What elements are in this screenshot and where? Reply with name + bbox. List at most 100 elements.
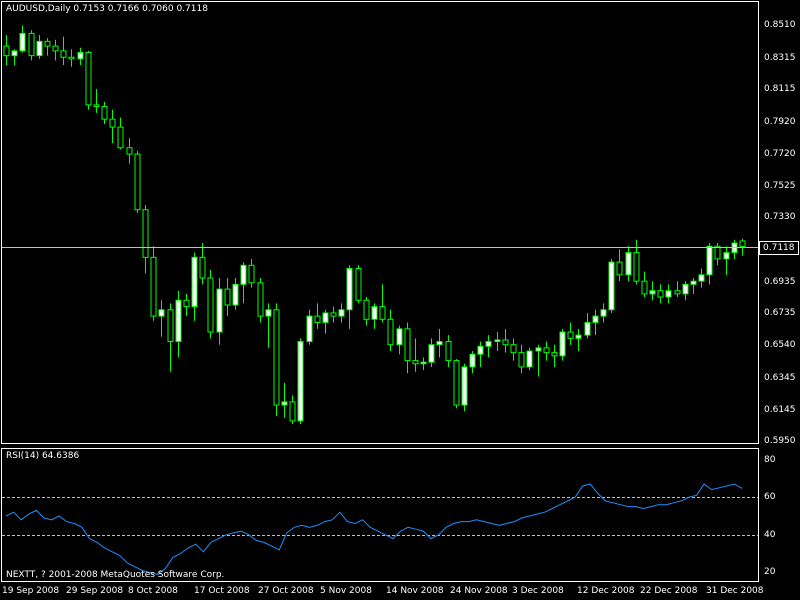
date-tick-label: 17 Oct 2008 bbox=[194, 586, 250, 596]
candle-body bbox=[167, 309, 174, 343]
candle-body bbox=[150, 256, 157, 317]
date-tick-label: 3 Dec 2008 bbox=[512, 586, 564, 596]
rsi-tick-label: 20 bbox=[764, 567, 776, 577]
candle-body bbox=[199, 256, 206, 279]
candle-body bbox=[338, 309, 345, 317]
candle-body bbox=[682, 283, 689, 295]
candle-body bbox=[44, 40, 51, 47]
chart-title: AUDUSD,Daily 0.7153 0.7166 0.7060 0.7118 bbox=[6, 4, 208, 14]
candle-body bbox=[175, 299, 182, 343]
candle-body bbox=[85, 51, 92, 106]
candle-body bbox=[281, 401, 288, 406]
candle-body bbox=[461, 366, 468, 406]
candle-body bbox=[371, 306, 378, 320]
candles-group bbox=[3, 25, 746, 425]
candle-body bbox=[445, 341, 452, 362]
price-tick-label: 0.8510 bbox=[764, 20, 796, 30]
candle-body bbox=[346, 267, 353, 311]
price-tick-label: 0.7920 bbox=[764, 117, 796, 127]
price-tick-label: 0.6145 bbox=[764, 405, 796, 415]
candle-body bbox=[665, 290, 672, 298]
price-pane-frame bbox=[1, 1, 759, 444]
candle-body bbox=[3, 45, 10, 57]
candle-body bbox=[248, 264, 255, 284]
price-tick-label: 0.6935 bbox=[764, 277, 796, 287]
candle-body bbox=[584, 321, 591, 336]
candle-body bbox=[559, 331, 566, 357]
last-price-badge: 0.7118 bbox=[759, 240, 799, 255]
price-tick-label: 0.7330 bbox=[764, 212, 796, 222]
candle-body bbox=[387, 318, 394, 346]
candle-body bbox=[641, 280, 648, 295]
candle-body bbox=[60, 50, 67, 58]
candle-body bbox=[535, 347, 542, 352]
candle-body bbox=[273, 309, 280, 406]
candle-body bbox=[502, 339, 509, 346]
candle-body bbox=[575, 334, 582, 339]
price-tick-label: 0.6540 bbox=[764, 340, 796, 350]
candle-body bbox=[714, 245, 721, 260]
date-tick-label: 24 Nov 2008 bbox=[450, 586, 508, 596]
candle-body bbox=[68, 56, 75, 60]
candle-body bbox=[265, 309, 272, 317]
date-tick-label: 5 Nov 2008 bbox=[320, 586, 372, 596]
candle-body bbox=[379, 306, 386, 320]
candle-body bbox=[257, 282, 264, 317]
chart-canvas[interactable] bbox=[0, 0, 800, 600]
candle-body bbox=[363, 299, 370, 320]
rsi-tick-label: 40 bbox=[764, 530, 776, 540]
candle-body bbox=[101, 105, 108, 120]
candle-body bbox=[240, 264, 247, 285]
candle-body bbox=[608, 261, 615, 311]
candle-body bbox=[698, 274, 705, 282]
candle-body bbox=[723, 252, 730, 260]
candle-body bbox=[592, 315, 599, 323]
candle-body bbox=[289, 401, 296, 422]
candle-body bbox=[477, 345, 484, 355]
price-tick-label: 0.7720 bbox=[764, 149, 796, 159]
candle-body bbox=[494, 339, 501, 343]
candle-body bbox=[616, 261, 623, 276]
candle-body bbox=[649, 290, 656, 295]
price-tick-label: 0.5950 bbox=[764, 436, 796, 446]
candle-body bbox=[633, 252, 640, 282]
candle-body bbox=[567, 331, 574, 339]
candle-body bbox=[690, 280, 697, 285]
candle-body bbox=[453, 360, 460, 406]
date-tick-label: 22 Dec 2008 bbox=[640, 586, 698, 596]
candle-body bbox=[207, 277, 214, 333]
candle-body bbox=[28, 32, 35, 57]
candle-body bbox=[543, 347, 550, 354]
candle-body bbox=[739, 240, 746, 248]
date-tick-label: 12 Dec 2008 bbox=[577, 586, 635, 596]
candle-body bbox=[657, 290, 664, 298]
trading-chart-window: AUDUSD,Daily 0.7153 0.7166 0.7060 0.7118… bbox=[0, 0, 800, 600]
candle-body bbox=[232, 283, 239, 306]
candle-body bbox=[297, 341, 304, 422]
price-tick-label: 0.7525 bbox=[764, 181, 796, 191]
date-tick-label: 19 Sep 2008 bbox=[2, 586, 60, 596]
rsi-title: RSI(14) 64.6386 bbox=[6, 451, 80, 461]
candle-body bbox=[52, 45, 59, 52]
price-tick-label: 0.8315 bbox=[764, 53, 796, 63]
candle-body bbox=[436, 341, 443, 346]
candle-body bbox=[183, 299, 190, 308]
candle-body bbox=[322, 312, 329, 323]
candle-body bbox=[420, 361, 427, 365]
price-tick-label: 0.8115 bbox=[764, 84, 796, 94]
candle-body bbox=[19, 32, 26, 52]
candle-body bbox=[518, 352, 525, 368]
rsi-pane-frame bbox=[1, 448, 759, 582]
candle-body bbox=[216, 288, 223, 333]
rsi-group bbox=[2, 483, 758, 575]
candle-body bbox=[93, 104, 100, 107]
candle-body bbox=[600, 309, 607, 317]
candle-body bbox=[510, 344, 517, 354]
candle-body bbox=[109, 118, 116, 128]
candle-body bbox=[404, 328, 411, 362]
date-tick-label: 27 Oct 2008 bbox=[258, 586, 314, 596]
candle-body bbox=[224, 288, 231, 306]
date-tick-label: 29 Sep 2008 bbox=[66, 586, 124, 596]
rsi-tick-label: 60 bbox=[764, 492, 776, 502]
candle-body bbox=[428, 344, 435, 363]
